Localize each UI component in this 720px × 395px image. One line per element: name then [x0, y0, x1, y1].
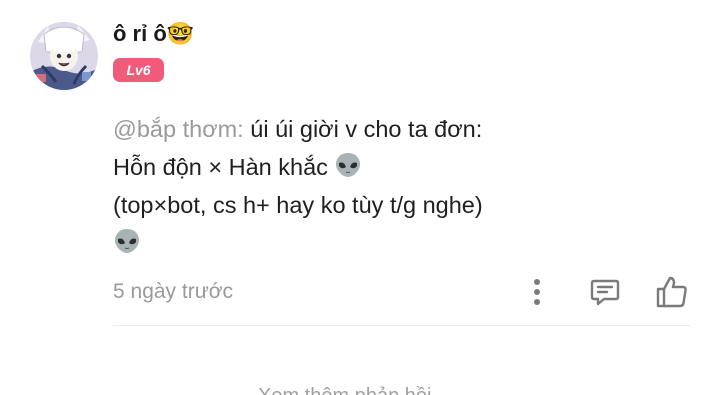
comment-line-1: @bắp thơm: úi úi giời v cho ta đơn: — [113, 110, 693, 148]
avatar[interactable] — [30, 22, 98, 90]
alien-emoji-icon — [336, 153, 361, 177]
comment-line-3: (top×bot, cs h+ hay ko tùy t/g nghe) — [113, 192, 483, 218]
view-more-replies-link[interactable]: Xem thêm phản hồi — [258, 384, 431, 395]
reply-button[interactable] — [585, 272, 625, 312]
comment-line-4 — [113, 224, 693, 262]
username[interactable]: ô rỉ ô🤓 — [113, 18, 194, 50]
alien-emoji-icon — [115, 229, 139, 253]
comment-item: ô rỉ ô🤓 Lv6 @bắp thơm: úi úi giời v cho … — [0, 0, 720, 395]
comment-line-2-text: Hỗn độn × Hàn khắc — [113, 154, 335, 180]
comment-text: @bắp thơm: úi úi giời v cho ta đơn: Hỗn … — [113, 110, 693, 262]
avatar-image — [30, 22, 98, 90]
comment-line-2: Hỗn độn × Hàn khắc — [113, 148, 693, 186]
comment-bubble-icon — [590, 279, 620, 306]
like-button[interactable] — [652, 272, 692, 312]
comment-line-1-text: úi úi giời v cho ta đơn: — [243, 116, 483, 142]
divider — [113, 325, 690, 326]
more-vertical-icon — [534, 279, 540, 305]
thumbs-up-icon — [656, 276, 687, 308]
mention-link[interactable]: @bắp thơm: — [113, 116, 244, 142]
more-options-button[interactable] — [517, 272, 557, 312]
timestamp: 5 ngày trước — [113, 280, 234, 303]
level-badge: Lv6 — [113, 58, 164, 82]
